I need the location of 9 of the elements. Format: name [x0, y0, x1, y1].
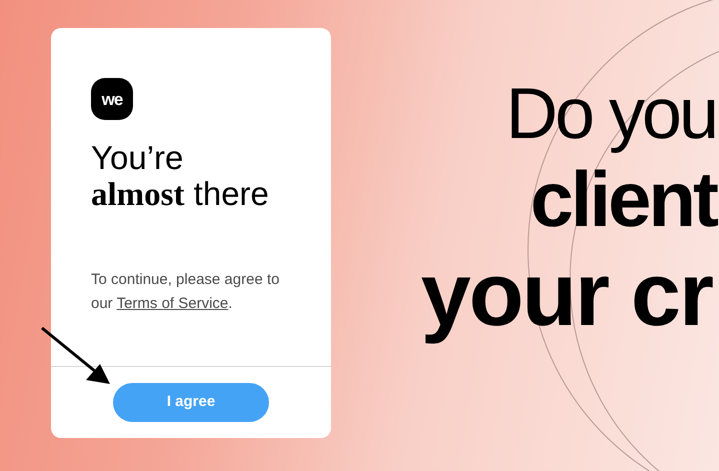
terms-link[interactable]: Terms of Service — [116, 295, 228, 312]
headline-text: client — [530, 156, 716, 242]
headline-text: Do you — [506, 73, 716, 156]
dialog-title: almost there — [91, 176, 270, 213]
logo: we — [91, 78, 133, 120]
arrow-icon — [40, 326, 112, 386]
dialog-title: You’re — [91, 140, 184, 176]
consent-message: To continue, please agree to our Terms of Service. — [91, 270, 280, 314]
headline-text: your cr — [420, 244, 714, 347]
